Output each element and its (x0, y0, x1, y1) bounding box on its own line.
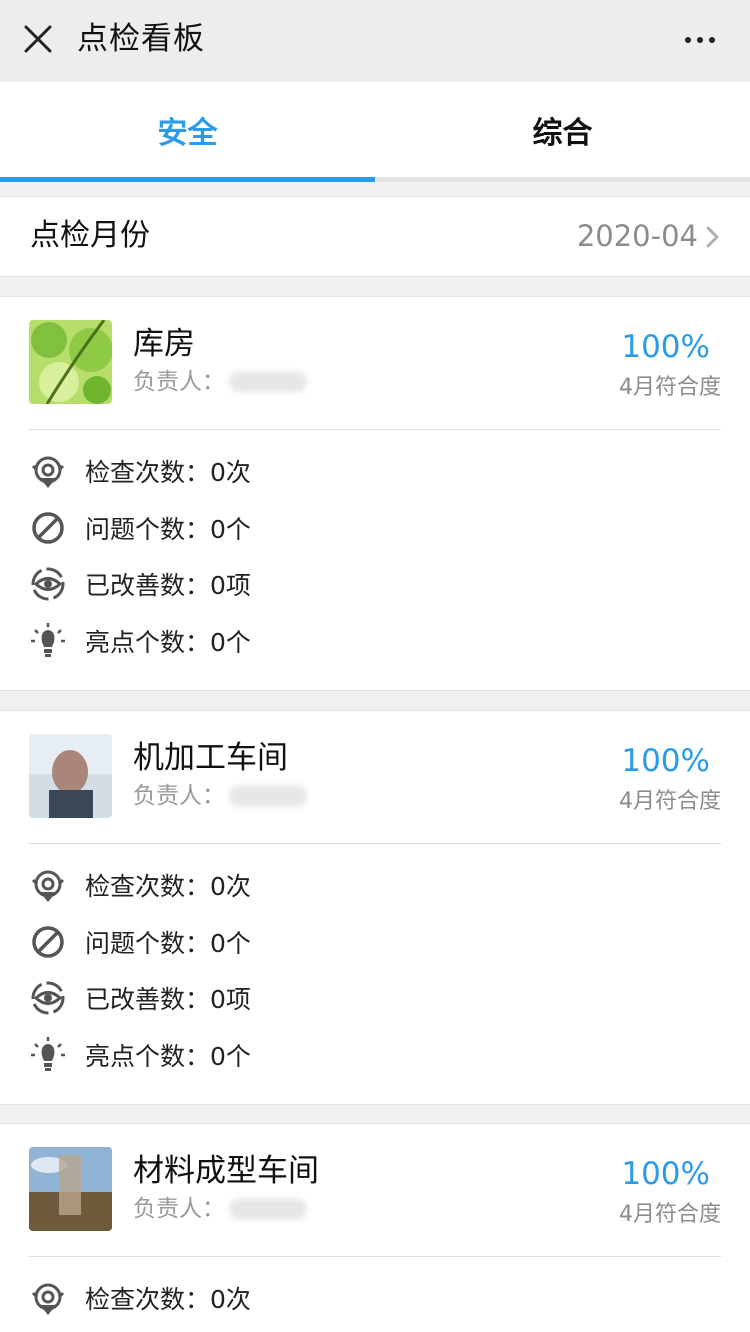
more-dot-icon (709, 37, 715, 43)
close-button[interactable] (18, 19, 58, 59)
owner-name-blurred (229, 372, 307, 392)
stat-improved-count: 已改善数：0项 (29, 970, 750, 1027)
more-dot-icon (697, 37, 703, 43)
owner-name-blurred (229, 786, 307, 806)
compliance-rate: 100% (621, 329, 710, 365)
tab-bar: 安全 综合 (0, 82, 750, 182)
more-dot-icon (685, 37, 691, 43)
month-selector[interactable]: 点检月份 2020-04 (0, 196, 750, 277)
owner-label: 负责人： (133, 366, 307, 398)
month-value: 2020-04 (576, 219, 698, 253)
stat-inspection-count: 检查次数：0次 (29, 1270, 750, 1327)
stat-highlight-count: 亮点个数：0个 (29, 1027, 750, 1084)
month-label: 点检月份 (30, 218, 150, 253)
compliance-rate-label: 4月符合度 (619, 789, 721, 814)
stat-inspection-count: 检查次数：0次 (29, 857, 750, 914)
eye-icon (31, 567, 65, 601)
lightbulb-icon (29, 621, 67, 658)
tab-active-indicator (0, 177, 375, 182)
ban-icon (32, 926, 64, 958)
stat-highlight-count: 亮点个数：0个 (29, 613, 750, 670)
owner-label: 负责人： (133, 1193, 307, 1225)
divider (29, 843, 721, 844)
chevron-right-icon (706, 226, 719, 248)
stat-issue-count: 问题个数：0个 (29, 914, 750, 971)
compliance-rate-label: 4月符合度 (619, 375, 721, 400)
stat-improved-count: 已改善数：0项 (29, 556, 750, 613)
dept-card[interactable]: 库房 负责人： 100% 4月符合度 检查次数：0次 问题个数：0个 已改善数：… (0, 296, 750, 691)
ban-icon (32, 512, 64, 544)
stat-inspection-count: 检查次数：0次 (29, 443, 750, 500)
inspection-icon (31, 1283, 65, 1317)
tab-comprehensive[interactable]: 综合 (375, 82, 750, 177)
page-title: 点检看板 (77, 21, 205, 57)
more-options-button[interactable] (676, 24, 724, 56)
divider (29, 1256, 721, 1257)
dept-card[interactable]: 材料成型车间 负责人： 100% 4月符合度 检查次数：0次 (0, 1123, 750, 1332)
owner-name-blurred (229, 1199, 307, 1219)
dept-name: 材料成型车间 (133, 1153, 319, 1189)
dept-name: 库房 (133, 326, 195, 362)
inspection-icon (31, 870, 65, 904)
dept-avatar (29, 320, 112, 404)
divider (29, 429, 721, 430)
tab-safety[interactable]: 安全 (0, 82, 375, 177)
compliance-rate-label: 4月符合度 (619, 1202, 721, 1227)
title-bar: 点检看板 (0, 0, 750, 82)
dept-card[interactable]: 机加工车间 负责人： 100% 4月符合度 检查次数：0次 问题个数：0个 已改… (0, 710, 750, 1105)
close-icon (24, 25, 52, 53)
owner-label: 负责人： (133, 780, 307, 812)
eye-icon (31, 981, 65, 1015)
compliance-rate: 100% (621, 1156, 710, 1192)
inspection-icon (31, 456, 65, 490)
stat-issue-count: 问题个数：0个 (29, 500, 750, 557)
compliance-rate: 100% (621, 743, 710, 779)
dept-name: 机加工车间 (133, 740, 288, 776)
dept-avatar (29, 734, 112, 818)
dept-avatar (29, 1147, 112, 1231)
lightbulb-icon (29, 1035, 67, 1072)
